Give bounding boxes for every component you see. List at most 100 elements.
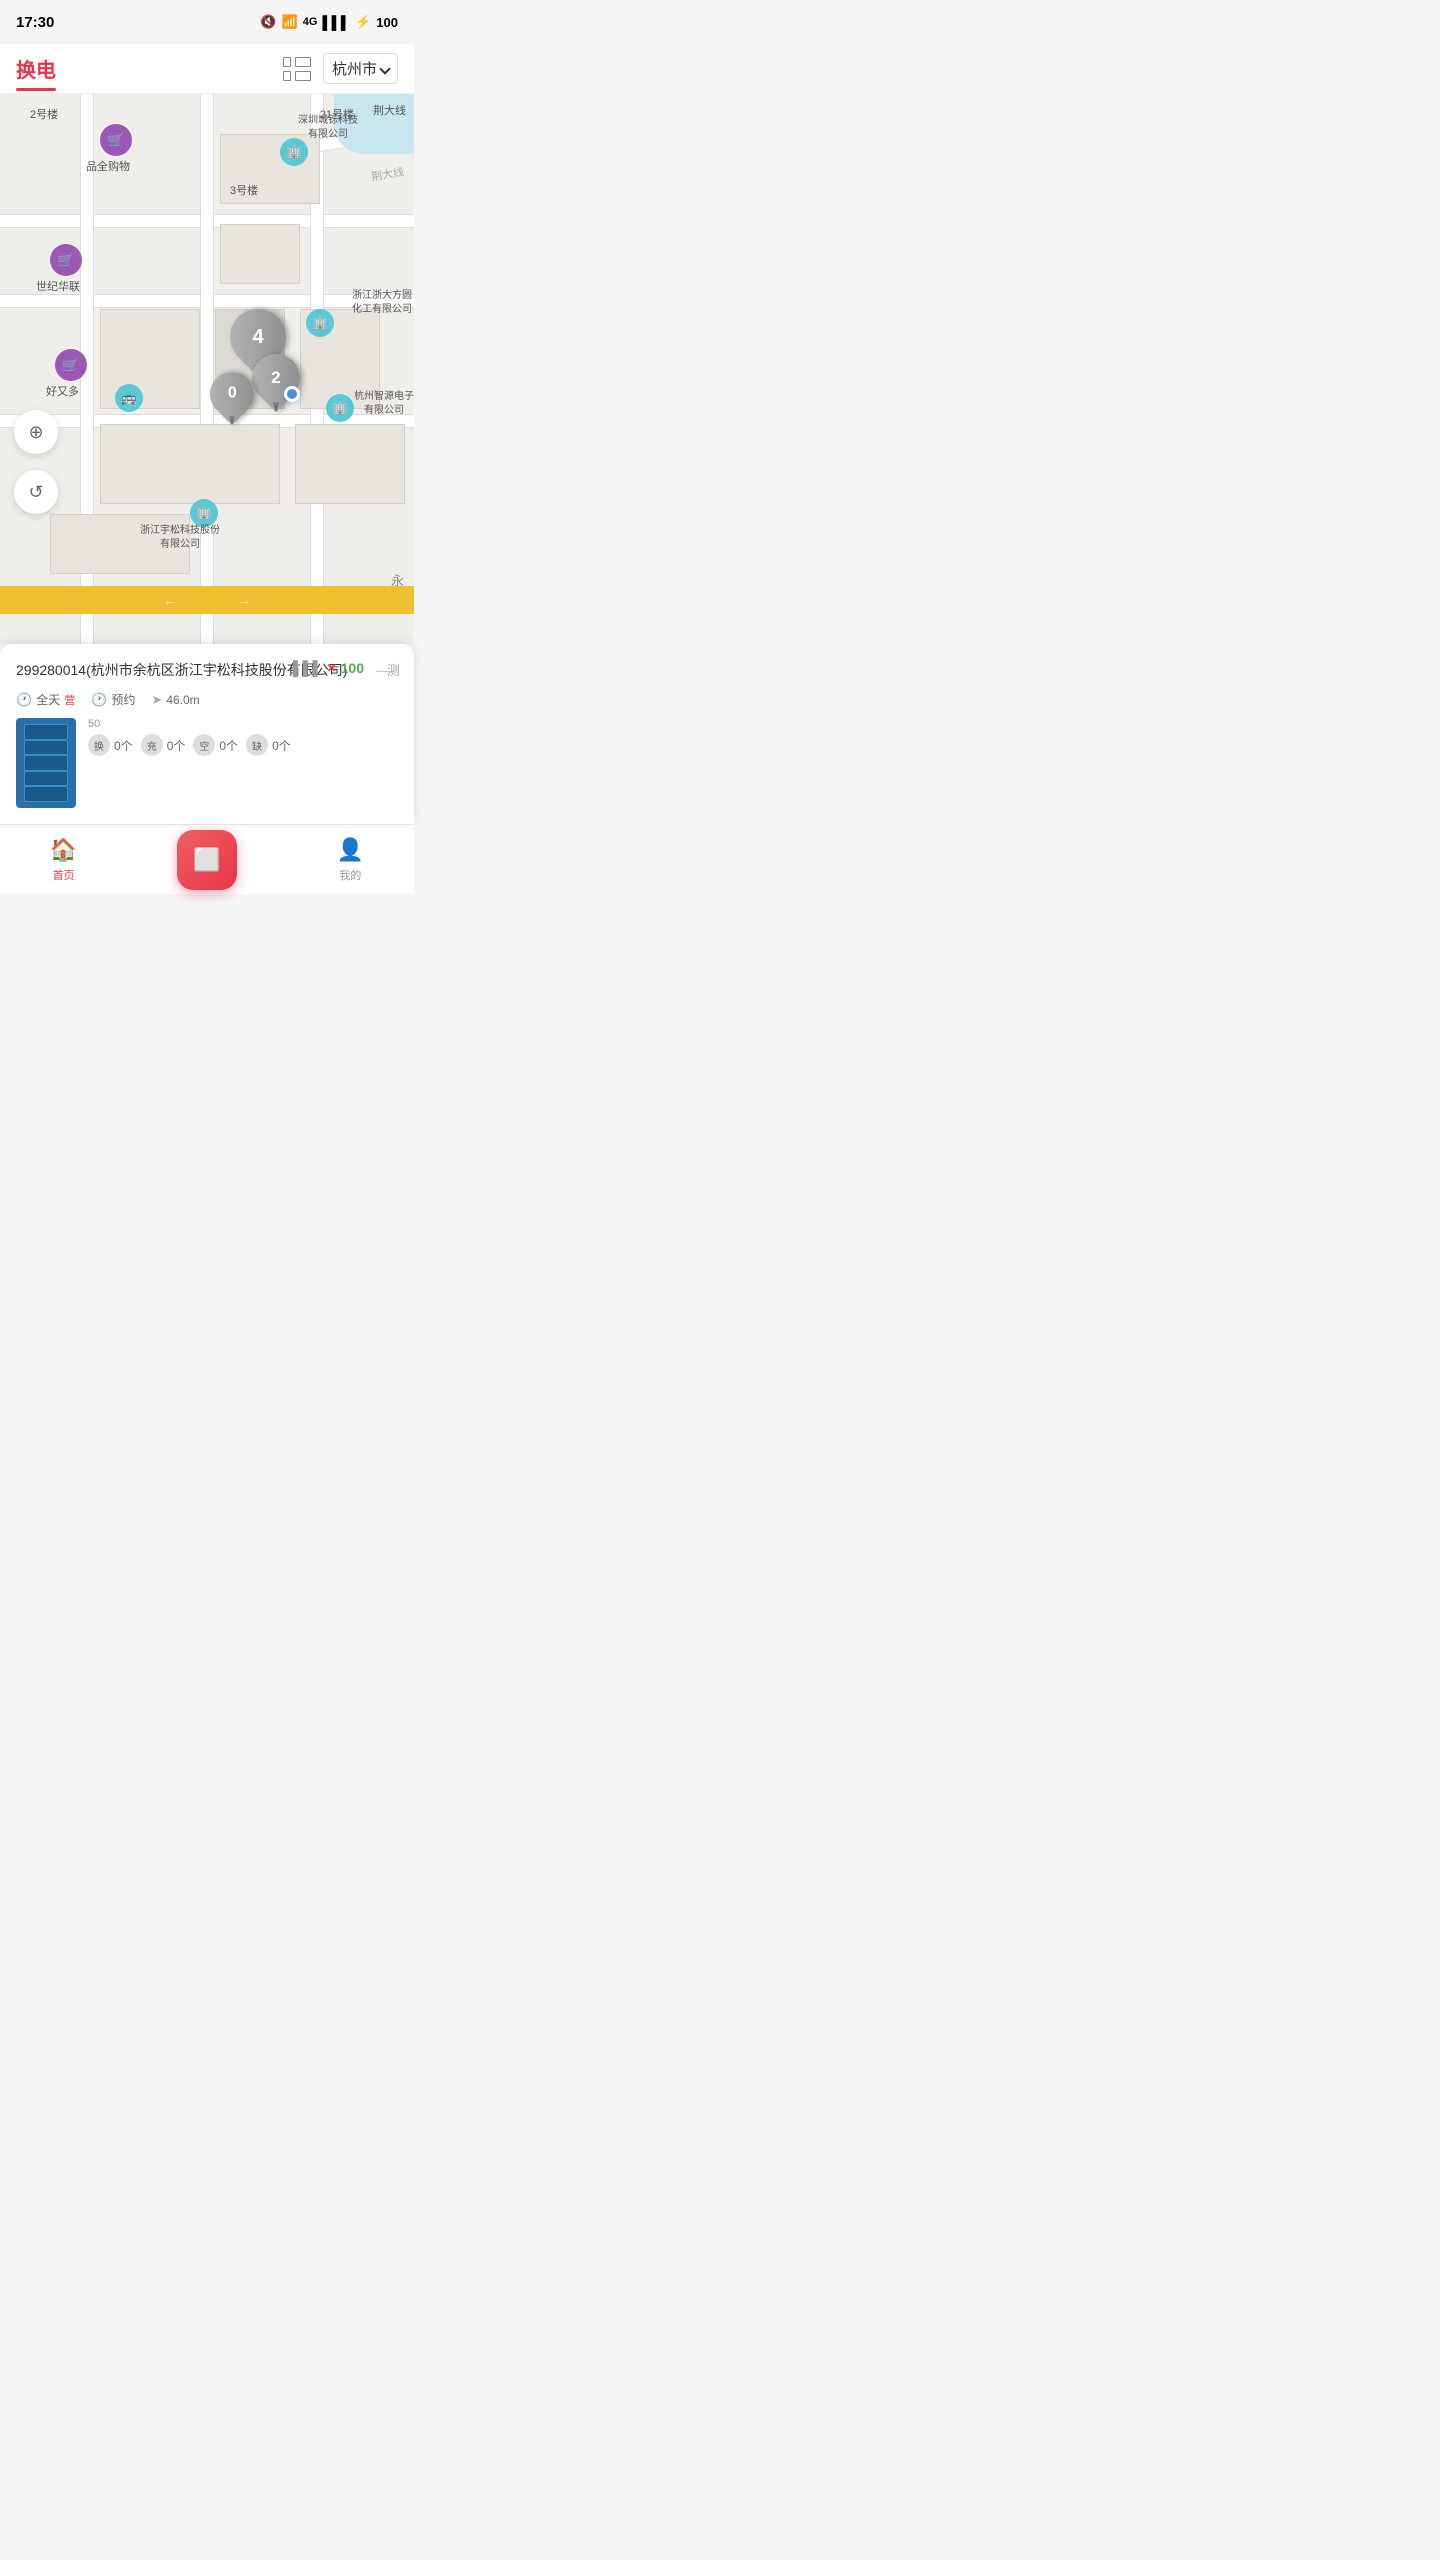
history-button[interactable]: ↺ <box>14 470 58 514</box>
page-title: 换电 <box>16 54 56 83</box>
label-pinquan: 品全购物 <box>86 160 130 175</box>
block-6 <box>100 424 280 504</box>
signal-badge: ▌▌▌ ✕ 100 <box>293 660 364 676</box>
shop-icon-pinquan[interactable]: 🛒 <box>100 124 132 156</box>
cabinet-slot-3 <box>24 755 68 771</box>
bottom-nav: 🏠 首页 ⬜ 👤 我的 <box>0 824 414 894</box>
status-icons: 🔇 📶 4G ▌▌▌ ⚡ 100 <box>260 14 398 30</box>
signal-bars-icon: ▌▌▌ <box>322 15 350 30</box>
profile-icon: 👤 <box>337 837 364 863</box>
building-icon-yusong[interactable]: 🏢 <box>190 499 218 527</box>
road-v2 <box>200 94 214 644</box>
nav-profile[interactable]: 👤 我的 <box>337 837 364 883</box>
stat-huan: 换 0个 <box>88 734 133 756</box>
hours-label: 全天 <box>36 691 60 708</box>
shop-icon-haoyouduo[interactable]: 🛒 <box>55 349 87 381</box>
clock2-icon: 🕐 <box>91 692 107 708</box>
signal-error-icon: ✕ <box>327 661 337 675</box>
city-selector[interactable]: 杭州市 <box>323 53 398 84</box>
header-right: 杭州市 <box>283 53 398 84</box>
home-label: 首页 <box>53 867 75 883</box>
block-7 <box>295 424 405 504</box>
yellow-road: ← → <box>0 586 414 614</box>
label-haoyouduo: 好又多 <box>46 385 79 400</box>
scan-icon: ⬜ <box>193 847 220 873</box>
block-2 <box>220 224 300 284</box>
label-2hao: 2号楼 <box>30 108 58 123</box>
label-hangzhou: 杭州智源电子有限公司 <box>354 390 414 418</box>
survey-label[interactable]: 测 <box>387 660 400 679</box>
distance-label: 46.0m <box>166 693 199 707</box>
building-icon-shenzhen[interactable]: 🏢 <box>280 138 308 166</box>
kong-count: 0个 <box>219 737 238 754</box>
chong-icon: 充 <box>141 734 163 756</box>
label-shenzhen: 深圳城铄科技有限公司 <box>298 114 358 142</box>
map-area[interactable]: 2号楼 21号楼 3号楼 荆大线 荆大线 永 🛒 品全购物 🛒 世纪华联 🛒 好… <box>0 94 414 644</box>
cabinet-slot-2 <box>24 740 68 756</box>
cabinet-slot-4 <box>24 771 68 787</box>
shop-icon-shijihualian[interactable]: 🛒 <box>50 244 82 276</box>
distance-info: ➤ 46.0m <box>151 692 199 708</box>
wifi-icon: 📶 <box>282 14 298 30</box>
kong-icon: 空 <box>193 734 215 756</box>
map-pin-2[interactable]: 2 <box>252 354 300 412</box>
label-3hao: 3号楼 <box>230 184 258 199</box>
battery-level: 100 <box>376 15 398 30</box>
battery-cabinet-image <box>16 718 76 808</box>
stats-row: 换 0个 充 0个 空 0个 缺 0个 <box>88 734 398 756</box>
que-icon: 缺 <box>246 734 268 756</box>
building-icon-hangzhou[interactable]: 🏢 <box>326 394 354 422</box>
signal-value: 100 <box>341 660 364 676</box>
card-content: 50 换 0个 充 0个 空 0个 缺 0个 <box>16 718 398 808</box>
label-yusong: 浙江宇松科技股份有限公司 <box>140 524 220 552</box>
cabinet-slot-1 <box>24 724 68 740</box>
chong-count: 0个 <box>167 737 186 754</box>
grid-line <box>295 57 311 67</box>
home-icon: 🏠 <box>50 837 77 863</box>
grid-cell <box>283 57 291 67</box>
current-location-dot <box>284 386 300 402</box>
crosshair-icon: ⊕ <box>28 422 43 443</box>
status-bar: 17:30 🔇 📶 4G ▌▌▌ ⚡ 100 <box>0 0 414 44</box>
stat-chong: 充 0个 <box>141 734 186 756</box>
city-name: 杭州市 <box>332 58 377 79</box>
huan-icon: 换 <box>88 734 110 756</box>
grid-line <box>295 71 311 81</box>
label-jingdaxian: 荆大线 <box>373 104 406 119</box>
profile-label: 我的 <box>339 867 361 883</box>
number-50: 50 <box>88 718 398 730</box>
mute-icon: 🔇 <box>260 14 276 30</box>
nav-home[interactable]: 🏠 首页 <box>50 837 77 883</box>
cabinet-slot-5 <box>24 786 68 802</box>
map-pin-0[interactable]: 0 <box>210 372 254 425</box>
stat-kong: 空 0个 <box>193 734 238 756</box>
clock-icon: 🕐 <box>16 692 32 708</box>
status-time: 17:30 <box>16 14 54 31</box>
station-info-row: 🕐 全天 营 🕐 预约 ➤ 46.0m <box>16 691 398 708</box>
grid-list-button[interactable] <box>283 55 311 83</box>
signal-4g-icon: 4G <box>303 16 318 28</box>
signal-bars-icon: ▌▌▌ <box>293 660 323 676</box>
nav-scan-button[interactable]: ⬜ <box>177 830 237 890</box>
chevron-down-icon <box>379 63 390 74</box>
reservation-label: 预约 <box>111 691 135 708</box>
reservation-info: 🕐 预约 <box>91 691 135 708</box>
navigation-icon: ➤ <box>151 692 162 708</box>
building-icon-zhejiang1[interactable]: 🏢 <box>306 309 334 337</box>
bus-icon[interactable]: 🚌 <box>115 384 143 412</box>
station-card: ▌▌▌ ✕ 100 — 299280014(杭州市余杭区浙江宇松科技股份有限公司… <box>0 644 414 824</box>
label-zhejiang1: 浙江浙大方圆化工有限公司 <box>352 289 412 317</box>
huan-count: 0个 <box>114 737 133 754</box>
history-icon: ↺ <box>28 482 43 503</box>
label-shijihualian: 世纪华联 <box>36 280 80 295</box>
battery-stats: 50 换 0个 充 0个 空 0个 缺 0个 <box>88 718 398 756</box>
header: 换电 杭州市 <box>0 44 414 94</box>
stat-que: 缺 0个 <box>246 734 291 756</box>
road-arrows: ← → <box>0 586 414 614</box>
营-icon: 营 <box>64 692 75 708</box>
hours-info: 🕐 全天 营 <box>16 691 75 708</box>
grid-cell <box>283 71 291 81</box>
location-button[interactable]: ⊕ <box>14 410 58 454</box>
charging-icon: ⚡ <box>355 14 371 30</box>
que-count: 0个 <box>272 737 291 754</box>
